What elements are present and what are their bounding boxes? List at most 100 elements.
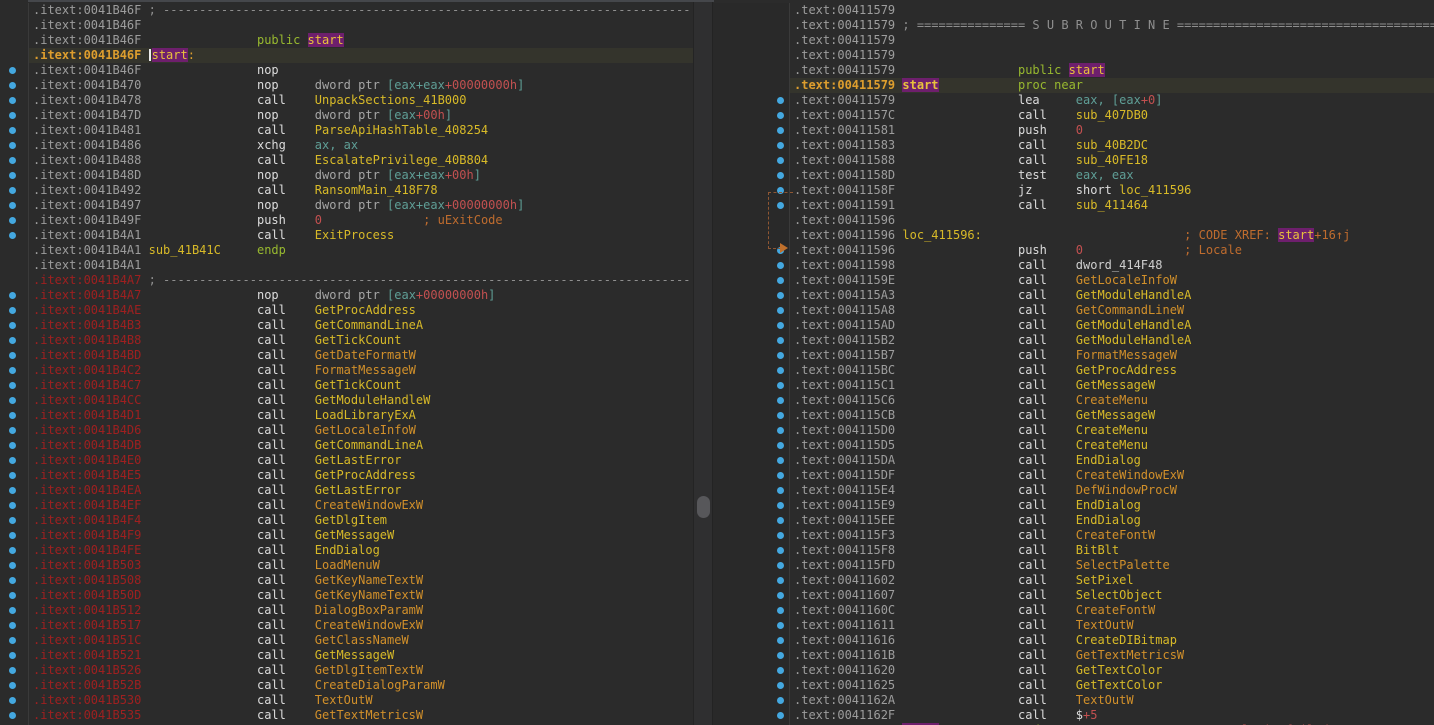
asm-row[interactable]: .itext:0041B488 call EscalatePrivilege_4… bbox=[0, 153, 693, 168]
breakpoint-dot[interactable] bbox=[9, 427, 16, 434]
asm-row[interactable]: .text:00411579 bbox=[713, 33, 1434, 48]
breakpoint-margin[interactable] bbox=[713, 708, 790, 723]
breakpoint-dot[interactable] bbox=[9, 292, 16, 299]
breakpoint-margin[interactable] bbox=[713, 543, 790, 558]
breakpoint-dot[interactable] bbox=[9, 547, 16, 554]
breakpoint-margin[interactable] bbox=[0, 33, 29, 48]
breakpoint-dot[interactable] bbox=[9, 442, 16, 449]
asm-row[interactable]: .text:00411591 call sub_411464 bbox=[713, 198, 1434, 213]
breakpoint-margin[interactable] bbox=[713, 258, 790, 273]
asm-row[interactable]: .itext:0041B503 call LoadMenuW bbox=[0, 558, 693, 573]
breakpoint-dot[interactable] bbox=[777, 157, 784, 164]
breakpoint-dot[interactable] bbox=[777, 502, 784, 509]
breakpoint-margin[interactable] bbox=[0, 603, 29, 618]
breakpoint-margin[interactable] bbox=[713, 93, 790, 108]
breakpoint-margin[interactable] bbox=[713, 408, 790, 423]
breakpoint-margin[interactable] bbox=[0, 93, 29, 108]
asm-row[interactable]: .itext:0041B478 call UnpackSections_41B0… bbox=[0, 93, 693, 108]
breakpoint-dot[interactable] bbox=[777, 442, 784, 449]
asm-row[interactable]: .text:0041158D test eax, eax bbox=[713, 168, 1434, 183]
breakpoint-dot[interactable] bbox=[777, 97, 784, 104]
breakpoint-margin[interactable] bbox=[713, 453, 790, 468]
asm-row[interactable]: .text:0041158F jz short loc_411596 bbox=[713, 183, 1434, 198]
asm-row[interactable]: .itext:0041B4FE call EndDialog bbox=[0, 543, 693, 558]
breakpoint-margin[interactable] bbox=[713, 288, 790, 303]
breakpoint-dot[interactable] bbox=[777, 562, 784, 569]
breakpoint-margin[interactable] bbox=[713, 618, 790, 633]
asm-row[interactable]: .itext:0041B4B8 call GetTickCount bbox=[0, 333, 693, 348]
breakpoint-margin[interactable] bbox=[713, 273, 790, 288]
breakpoint-margin[interactable] bbox=[0, 3, 29, 18]
asm-row[interactable]: .text:00411596 bbox=[713, 213, 1434, 228]
asm-row[interactable]: .text:004115FD call SelectPalette bbox=[713, 558, 1434, 573]
breakpoint-dot[interactable] bbox=[777, 382, 784, 389]
breakpoint-dot[interactable] bbox=[9, 157, 16, 164]
asm-row[interactable]: .text:00411602 call SetPixel bbox=[713, 573, 1434, 588]
breakpoint-margin[interactable] bbox=[713, 378, 790, 393]
breakpoint-dot[interactable] bbox=[9, 517, 16, 524]
breakpoint-margin[interactable] bbox=[0, 528, 29, 543]
asm-row[interactable]: .itext:0041B470 nop dword ptr [eax+eax+0… bbox=[0, 78, 693, 93]
breakpoint-margin[interactable] bbox=[0, 633, 29, 648]
asm-row[interactable]: .itext:0041B51C call GetClassNameW bbox=[0, 633, 693, 648]
breakpoint-dot[interactable] bbox=[777, 397, 784, 404]
breakpoint-dot[interactable] bbox=[777, 622, 784, 629]
breakpoint-margin[interactable] bbox=[0, 453, 29, 468]
breakpoint-margin[interactable] bbox=[0, 108, 29, 123]
breakpoint-dot[interactable] bbox=[777, 142, 784, 149]
breakpoint-dot[interactable] bbox=[777, 457, 784, 464]
breakpoint-margin[interactable] bbox=[0, 123, 29, 138]
asm-row[interactable]: .itext:0041B4D6 call GetLocaleInfoW bbox=[0, 423, 693, 438]
breakpoint-margin[interactable] bbox=[0, 438, 29, 453]
breakpoint-margin[interactable] bbox=[713, 303, 790, 318]
asm-row[interactable]: .text:00411579 public start bbox=[713, 63, 1434, 78]
breakpoint-dot[interactable] bbox=[777, 532, 784, 539]
asm-row[interactable]: .itext:0041B481 call ParseApiHashTable_4… bbox=[0, 123, 693, 138]
asm-row[interactable]: .text:004115F8 call BitBlt bbox=[713, 543, 1434, 558]
breakpoint-margin[interactable] bbox=[0, 303, 29, 318]
breakpoint-margin[interactable] bbox=[0, 258, 29, 273]
breakpoint-margin[interactable] bbox=[713, 693, 790, 708]
asm-row[interactable]: .text:00411620 call GetTextColor bbox=[713, 663, 1434, 678]
breakpoint-dot[interactable] bbox=[9, 457, 16, 464]
breakpoint-dot[interactable] bbox=[777, 712, 784, 719]
breakpoint-dot[interactable] bbox=[9, 382, 16, 389]
breakpoint-margin[interactable] bbox=[713, 648, 790, 663]
asm-row[interactable]: .text:004115C6 call CreateMenu bbox=[713, 393, 1434, 408]
asm-row[interactable]: .itext:0041B46F ; ----------------------… bbox=[0, 3, 693, 18]
breakpoint-margin[interactable] bbox=[0, 318, 29, 333]
breakpoint-margin[interactable] bbox=[0, 228, 29, 243]
asm-row[interactable]: .itext:0041B521 call GetMessageW bbox=[0, 648, 693, 663]
breakpoint-margin[interactable] bbox=[713, 153, 790, 168]
asm-row[interactable]: .itext:0041B46F public start bbox=[0, 33, 693, 48]
asm-row[interactable]: .text:004115E9 call EndDialog bbox=[713, 498, 1434, 513]
breakpoint-dot[interactable] bbox=[777, 487, 784, 494]
breakpoint-dot[interactable] bbox=[777, 667, 784, 674]
asm-row[interactable]: .itext:0041B492 call RansomMain_418F78 bbox=[0, 183, 693, 198]
breakpoint-dot[interactable] bbox=[777, 127, 784, 134]
breakpoint-margin[interactable] bbox=[713, 513, 790, 528]
breakpoint-margin[interactable] bbox=[0, 63, 29, 78]
asm-row[interactable]: .text:00411616 call CreateDIBitmap bbox=[713, 633, 1434, 648]
breakpoint-margin[interactable] bbox=[0, 288, 29, 303]
breakpoint-dot[interactable] bbox=[777, 427, 784, 434]
breakpoint-dot[interactable] bbox=[777, 277, 784, 284]
asm-row[interactable]: .itext:0041B4EA call GetLastError bbox=[0, 483, 693, 498]
breakpoint-dot[interactable] bbox=[777, 697, 784, 704]
breakpoint-dot[interactable] bbox=[9, 322, 16, 329]
breakpoint-dot[interactable] bbox=[9, 502, 16, 509]
asm-row[interactable]: .text:004115EE call EndDialog bbox=[713, 513, 1434, 528]
asm-row[interactable]: .itext:0041B4A1 sub_41B41C endp bbox=[0, 243, 693, 258]
asm-row[interactable]: .itext:0041B49F push 0 ; uExitCode bbox=[0, 213, 693, 228]
asm-row[interactable]: .text:00411611 call TextOutW bbox=[713, 618, 1434, 633]
asm-row[interactable]: .itext:0041B512 call DialogBoxParamW bbox=[0, 603, 693, 618]
breakpoint-margin[interactable] bbox=[0, 333, 29, 348]
breakpoint-dot[interactable] bbox=[777, 517, 784, 524]
breakpoint-margin[interactable] bbox=[713, 438, 790, 453]
asm-row[interactable]: .text:0041160C call CreateFontW bbox=[713, 603, 1434, 618]
asm-row[interactable]: .itext:0041B52B call CreateDialogParamW bbox=[0, 678, 693, 693]
breakpoint-margin[interactable] bbox=[713, 168, 790, 183]
breakpoint-margin[interactable] bbox=[713, 3, 790, 18]
breakpoint-dot[interactable] bbox=[9, 577, 16, 584]
breakpoint-margin[interactable] bbox=[0, 138, 29, 153]
